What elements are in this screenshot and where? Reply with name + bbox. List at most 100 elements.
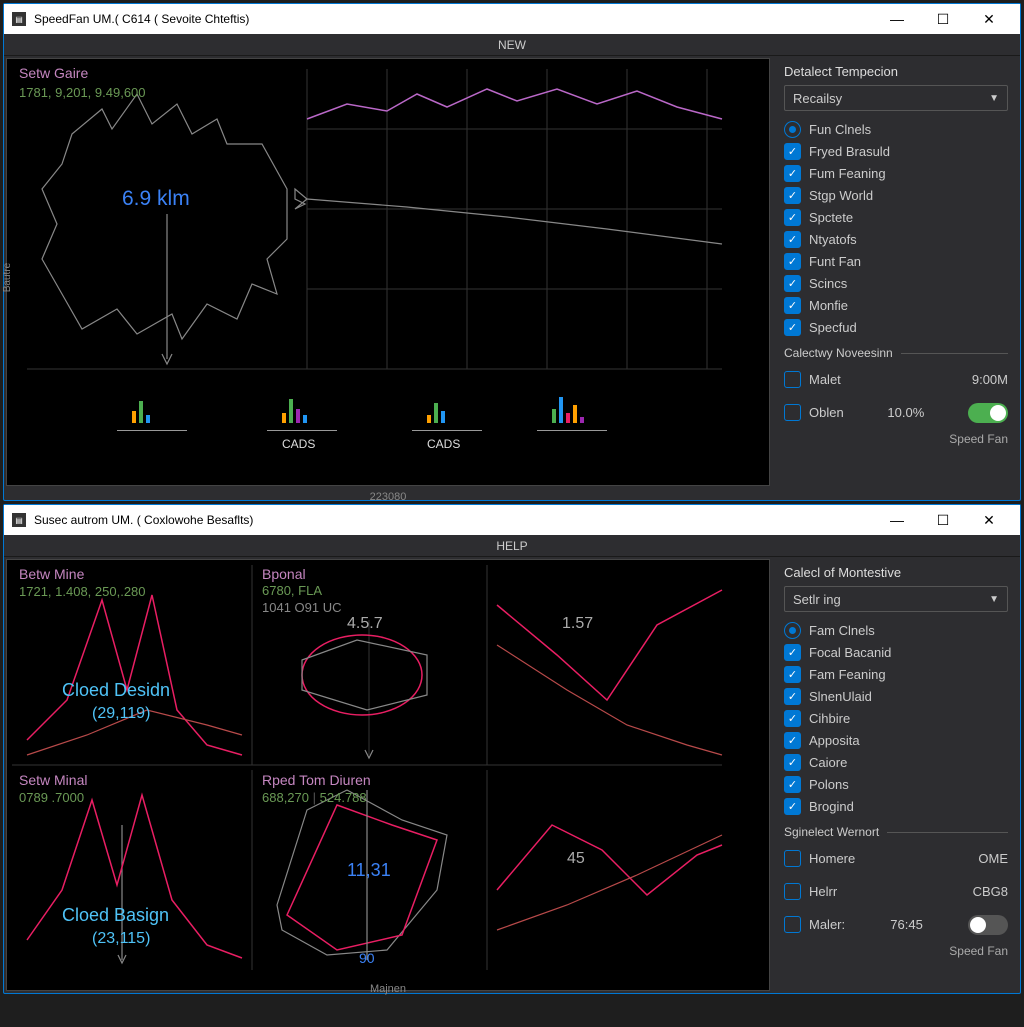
check-label: Funt Fan: [809, 254, 861, 269]
sidebar-top: Detalect Tempecion Recailsy ▼ Fun Clnels…: [772, 56, 1020, 500]
checkbox-fum-feaning[interactable]: ✓: [784, 165, 801, 182]
chart-c-num: 1.57: [562, 615, 593, 633]
chevron-down-icon: ▼: [989, 93, 999, 104]
checkbox-scincs[interactable]: ✓: [784, 275, 801, 292]
label-maler: Maler:: [809, 917, 845, 932]
checkbox-helrr[interactable]: [784, 883, 801, 900]
bars-underline-4: [537, 430, 607, 431]
chart-e-center: 11,31: [347, 860, 391, 881]
x-axis-label-2: Majnen: [370, 983, 406, 995]
check-label: Monfie: [809, 298, 848, 313]
chart-e-bottom: 90: [359, 950, 375, 966]
select-value: Recailsy: [793, 91, 842, 106]
label-homere: Homere: [809, 851, 855, 866]
check-label: Caiore: [809, 755, 847, 770]
sidebar-title: Detalect Tempecion: [784, 64, 1008, 79]
checkbox-caiore[interactable]: ✓: [784, 754, 801, 771]
menu-help[interactable]: HELP: [496, 539, 527, 553]
checkbox-homere[interactable]: [784, 850, 801, 867]
section-calectwy: Calectwy Noveesinn: [784, 346, 893, 360]
close-button[interactable]: ✕: [966, 4, 1012, 34]
maximize-button-2[interactable]: ☐: [920, 505, 966, 535]
value-helrr: CBG8: [973, 884, 1008, 899]
mini-bars-3: [427, 393, 445, 423]
check-label: SlnenUlaid: [809, 689, 872, 704]
bars-underline-3: [412, 430, 482, 431]
brand-label: Speed Fan: [784, 432, 1008, 446]
chart-b-center: 4.5.7: [347, 615, 383, 633]
toggle-maler[interactable]: [968, 915, 1008, 935]
check-label: Fam Feaning: [809, 667, 886, 682]
checkbox-apposita[interactable]: ✓: [784, 732, 801, 749]
mini-bars-2: [282, 393, 307, 423]
checkbox-slnenulaid[interactable]: ✓: [784, 688, 801, 705]
chart-f-num: 45: [567, 850, 585, 868]
window-speedfan-top: ▤ SpeedFan UM.( C614 ( Sevoite Chteftis)…: [3, 3, 1021, 501]
checkbox-fam-feaning[interactable]: ✓: [784, 666, 801, 683]
check-label: Scincs: [809, 276, 847, 291]
check-label: Focal Bacanid: [809, 645, 891, 660]
chart-e-nums: 688,270 | 524.788: [262, 790, 367, 805]
checkbox-spctete[interactable]: ✓: [784, 209, 801, 226]
checkbox-monfie[interactable]: ✓: [784, 297, 801, 314]
checkbox-focal-bacanid[interactable]: ✓: [784, 644, 801, 661]
chart-e-title: Rped Tom Diuren: [262, 772, 371, 788]
toggle-oblen[interactable]: [968, 403, 1008, 423]
chart-a-sub: (29,119): [92, 705, 150, 723]
checkbox-funt-fan[interactable]: ✓: [784, 253, 801, 270]
value-oblen: 10.0%: [887, 405, 924, 420]
check-label: Brogind: [809, 799, 854, 814]
check-label: Spctete: [809, 210, 853, 225]
minimize-button[interactable]: —: [874, 4, 920, 34]
check-label: Fun Clnels: [809, 122, 871, 137]
window-susec-bottom: ▤ Susec autrom UM. ( Coxlowohe Besaflts)…: [3, 504, 1021, 994]
checkbox-oblen[interactable]: [784, 404, 801, 421]
value-maler: 76:45: [890, 917, 923, 932]
app-icon-2: ▤: [12, 513, 26, 527]
select-setlring[interactable]: Setlr ing ▼: [784, 586, 1008, 612]
checkbox-fun-clnels[interactable]: [784, 121, 801, 138]
x-axis-label: 223080: [370, 491, 407, 503]
checkbox-maler[interactable]: [784, 916, 801, 933]
chart-title: Setw Gaire: [19, 65, 88, 81]
checkbox-stgp-world[interactable]: ✓: [784, 187, 801, 204]
checkbox-malet[interactable]: [784, 371, 801, 388]
check-label: Polons: [809, 777, 849, 792]
minimize-button-2[interactable]: —: [874, 505, 920, 535]
select-recailsy[interactable]: Recailsy ▼: [784, 85, 1008, 111]
chevron-down-icon: ▼: [989, 594, 999, 605]
chart-a-big: Cloed Desidn: [62, 680, 170, 701]
checkbox-brogind[interactable]: ✓: [784, 798, 801, 815]
app-icon: ▤: [12, 12, 26, 26]
titlebar-2[interactable]: ▤ Susec autrom UM. ( Coxlowohe Besaflts)…: [4, 505, 1020, 535]
section-sginelect: Sginelect Wernort: [784, 825, 879, 839]
checkbox-fam-clnels[interactable]: [784, 622, 801, 639]
bars-label-cads2: CADS: [427, 437, 460, 451]
chart-area-top: Bautre Setw Gaire 1781, 9,201, 9.49,600 …: [6, 58, 770, 486]
menu-new[interactable]: NEW: [498, 38, 526, 52]
close-button-2[interactable]: ✕: [966, 505, 1012, 535]
check-label: Fam Clnels: [809, 623, 875, 638]
chart-b-nums2: 1041 O91 UC: [262, 600, 342, 615]
chart-d-title: Setw Minal: [19, 772, 87, 788]
checkbox-ntyatofs[interactable]: ✓: [784, 231, 801, 248]
checkbox-cihbire[interactable]: ✓: [784, 710, 801, 727]
checkbox-fryed-brasuld[interactable]: ✓: [784, 143, 801, 160]
bars-underline-1: [117, 430, 187, 431]
bars-underline-2: [267, 430, 337, 431]
checkbox-specfud[interactable]: ✓: [784, 319, 801, 336]
check-label: Fum Feaning: [809, 166, 886, 181]
titlebar[interactable]: ▤ SpeedFan UM.( C614 ( Sevoite Chteftis)…: [4, 4, 1020, 34]
check-label: Cihbire: [809, 711, 850, 726]
select-value-2: Setlr ing: [793, 592, 841, 607]
check-label: Ntyatofs: [809, 232, 857, 247]
checkbox-polons[interactable]: ✓: [784, 776, 801, 793]
chart-b-title: Bponal: [262, 566, 306, 582]
label-malet: Malet: [809, 372, 841, 387]
value-homere: OME: [978, 851, 1008, 866]
chart-center-value: 6.9 klm: [122, 187, 190, 211]
bars-label-cads1: CADS: [282, 437, 315, 451]
check-label: Stgp World: [809, 188, 873, 203]
maximize-button[interactable]: ☐: [920, 4, 966, 34]
chart-d-nums: 0789 .7000: [19, 790, 84, 805]
